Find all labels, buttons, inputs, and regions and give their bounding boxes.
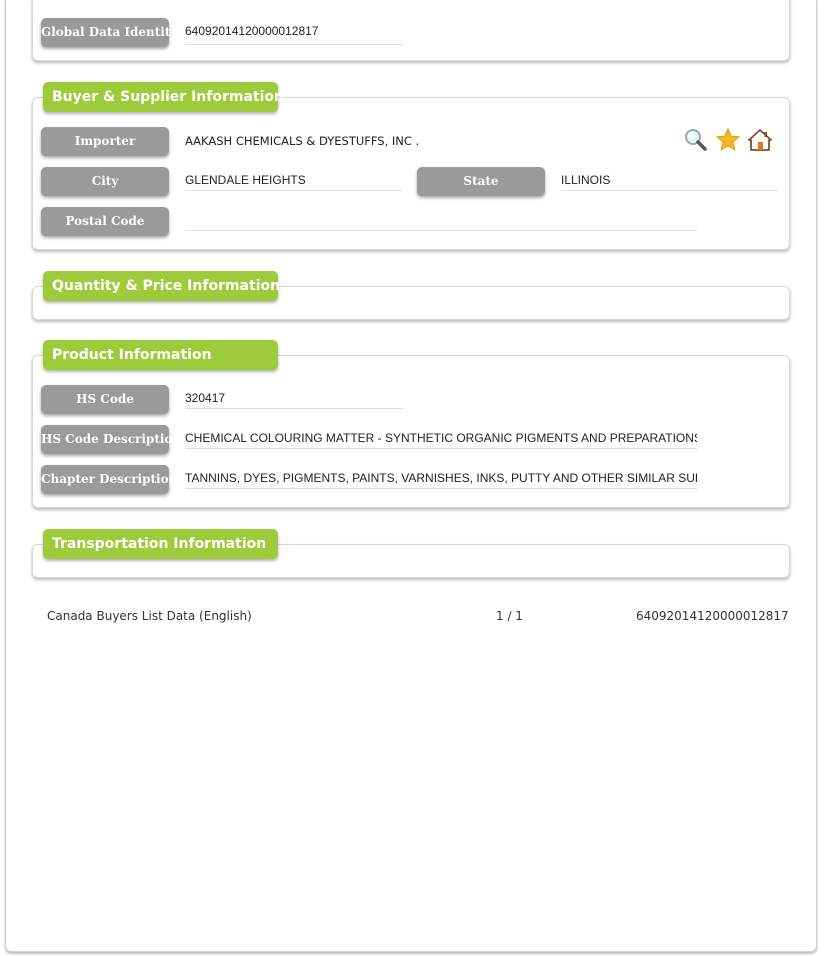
global-identity-value: 64092014120000012817 [185, 23, 403, 45]
page-indicator: 1 / 1 [496, 609, 523, 623]
hs-code-description-label: HS Code Description [41, 425, 181, 454]
data-source-label: Canada Buyers List Data (English) [47, 609, 252, 623]
city-value: GLENDALE HEIGHTS [185, 172, 403, 191]
global-identity-label: Global Data Identity [41, 18, 177, 47]
postal-code-label: Postal Code [41, 207, 169, 236]
footer-identity: 64092014120000012817 [636, 609, 789, 623]
importer-value: AAKASH CHEMICALS & DYESTUFFS, INC . [185, 134, 420, 148]
buyer-supplier-header: Buyer & Supplier Information [43, 82, 284, 112]
hs-code-value: 320417 [185, 390, 403, 409]
home-icon [748, 129, 772, 151]
chapter-description-value: TANNINS, DYES, PIGMENTS, PAINTS, VARNISH… [185, 470, 697, 489]
quantity-price-header: Quantity & Price Information [43, 271, 280, 301]
star-icon [715, 127, 741, 152]
chapter-description-label: Chapter Description [41, 465, 177, 494]
transportation-header: Transportation Information [43, 529, 278, 559]
hs-code-label: HS Code [41, 385, 169, 414]
search-button[interactable] [683, 127, 709, 153]
favorite-button[interactable] [715, 127, 741, 153]
home-button[interactable] [747, 127, 773, 153]
product-header: Product Information [43, 340, 278, 370]
city-label: City [41, 167, 169, 196]
state-label: State [417, 167, 545, 196]
state-value: ILLINOIS [561, 172, 779, 191]
importer-label: Importer [41, 127, 169, 156]
hs-code-description-value: CHEMICAL COLOURING MATTER - SYNTHETIC OR… [185, 430, 697, 449]
postal-code-value [185, 212, 697, 231]
magnifier-icon [685, 129, 707, 151]
